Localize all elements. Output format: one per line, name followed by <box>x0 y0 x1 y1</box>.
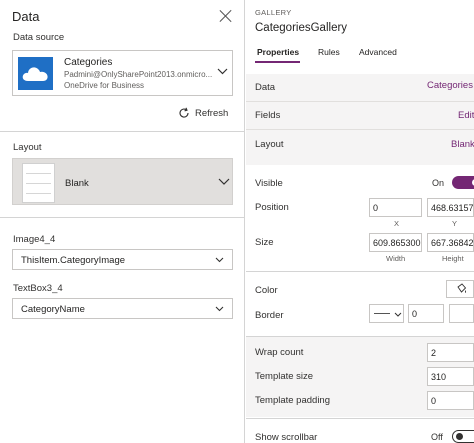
refresh-button[interactable]: Refresh <box>178 107 228 119</box>
chevron-down-icon <box>215 257 224 263</box>
layout-value: Blank <box>65 178 89 189</box>
tab-properties[interactable]: Properties <box>257 47 299 57</box>
visible-label: Visible <box>255 178 283 189</box>
show-scrollbar-toggle[interactable] <box>452 430 474 443</box>
refresh-icon <box>179 107 189 118</box>
size-label: Size <box>255 237 274 248</box>
position-x-caption: X <box>394 219 400 228</box>
control-type: GALLERY <box>255 8 292 17</box>
border-color-button[interactable] <box>449 304 474 323</box>
tab-rules[interactable]: Rules <box>318 47 340 57</box>
template-padding-input[interactable]: 0 <box>427 391 474 410</box>
properties-header: GALLERY CategoriesGallery Properties Rul… <box>246 0 474 73</box>
data-pane-title: Data <box>12 9 40 24</box>
position-y-input[interactable]: 468.631578 <box>427 198 474 217</box>
chevron-down-icon <box>217 68 228 75</box>
tab-advanced[interactable]: Advanced <box>359 47 397 57</box>
layout-prop-value[interactable]: Blank <box>451 139 474 150</box>
field-select-textbox[interactable]: CategoryName <box>12 298 233 319</box>
template-padding-label: Template padding <box>255 395 330 406</box>
border-label: Border <box>255 310 284 321</box>
chevron-down-icon <box>215 306 224 312</box>
color-label: Color <box>255 285 278 296</box>
show-scrollbar-label: Show scrollbar <box>255 432 318 443</box>
fields-edit-link[interactable]: Edit <box>458 110 474 121</box>
onedrive-cloud-icon <box>18 57 53 90</box>
template-size-input[interactable]: 310 <box>427 367 474 386</box>
data-source-selector[interactable]: Categories Padmini@OnlySharePoint2013.on… <box>12 50 233 96</box>
size-height-caption: Height <box>442 254 464 263</box>
data-prop-value[interactable]: Categories <box>427 80 473 91</box>
visible-state: On <box>432 178 445 188</box>
divider <box>0 131 245 132</box>
position-x-input[interactable]: 0 <box>369 198 422 217</box>
data-source-name: Categories <box>64 57 113 68</box>
position-y-caption: Y <box>452 219 458 228</box>
border-thickness-input[interactable]: 0 <box>408 304 444 323</box>
template-size-label: Template size <box>255 371 314 382</box>
layout-prop-label: Layout <box>255 139 284 150</box>
field-select-image[interactable]: ThisItem.CategoryImage <box>12 249 233 270</box>
fields-prop-label: Fields <box>255 110 281 121</box>
chevron-down-icon <box>218 178 230 185</box>
paint-bucket-icon <box>457 283 467 293</box>
data-source-label: Data source <box>13 32 65 43</box>
wrap-count-input[interactable]: 2 <box>427 343 474 362</box>
properties-pane: GALLERY CategoriesGallery Properties Rul… <box>246 0 474 443</box>
data-pane: Data Data source Categories Padmini@Only… <box>0 0 245 443</box>
visible-toggle[interactable] <box>452 176 474 189</box>
data-prop-label: Data <box>255 82 276 93</box>
wrap-count-label: Wrap count <box>255 347 304 358</box>
layout-thumbnail <box>22 163 55 203</box>
geometry-section: Visible On Position 0 468.631578 X Y Siz… <box>246 166 474 270</box>
field-label-textbox: TextBox3_4 <box>13 283 63 294</box>
field-value-textbox: CategoryName <box>21 304 85 315</box>
size-width-caption: Width <box>386 254 406 263</box>
data-source-type: OneDrive for Business <box>64 81 145 90</box>
layout-selector[interactable]: Blank <box>12 158 233 205</box>
divider <box>0 217 245 218</box>
field-label-image: Image4_4 <box>13 234 56 245</box>
close-icon[interactable] <box>219 9 233 23</box>
show-scrollbar-state: Off <box>431 432 443 442</box>
chevron-down-icon <box>394 312 402 317</box>
data-section: Data Categories Fields Edit Layout Blank <box>246 74 474 165</box>
size-width-input[interactable]: 609.865300 <box>369 233 422 252</box>
active-tab-indicator <box>255 61 300 63</box>
field-value-image: ThisItem.CategoryImage <box>21 255 126 266</box>
color-picker-button[interactable] <box>446 280 474 298</box>
layout-label: Layout <box>13 142 42 153</box>
control-name[interactable]: CategoriesGallery <box>255 22 347 34</box>
data-source-account: Padmini@OnlySharePoint2013.onmicro... <box>64 70 213 79</box>
template-section: Wrap count 2 Template size 310 Template … <box>246 337 474 417</box>
size-height-input[interactable]: 667.368421 <box>427 233 474 252</box>
border-style-select[interactable] <box>369 304 404 323</box>
position-label: Position <box>255 202 289 213</box>
refresh-label: Refresh <box>195 107 229 119</box>
